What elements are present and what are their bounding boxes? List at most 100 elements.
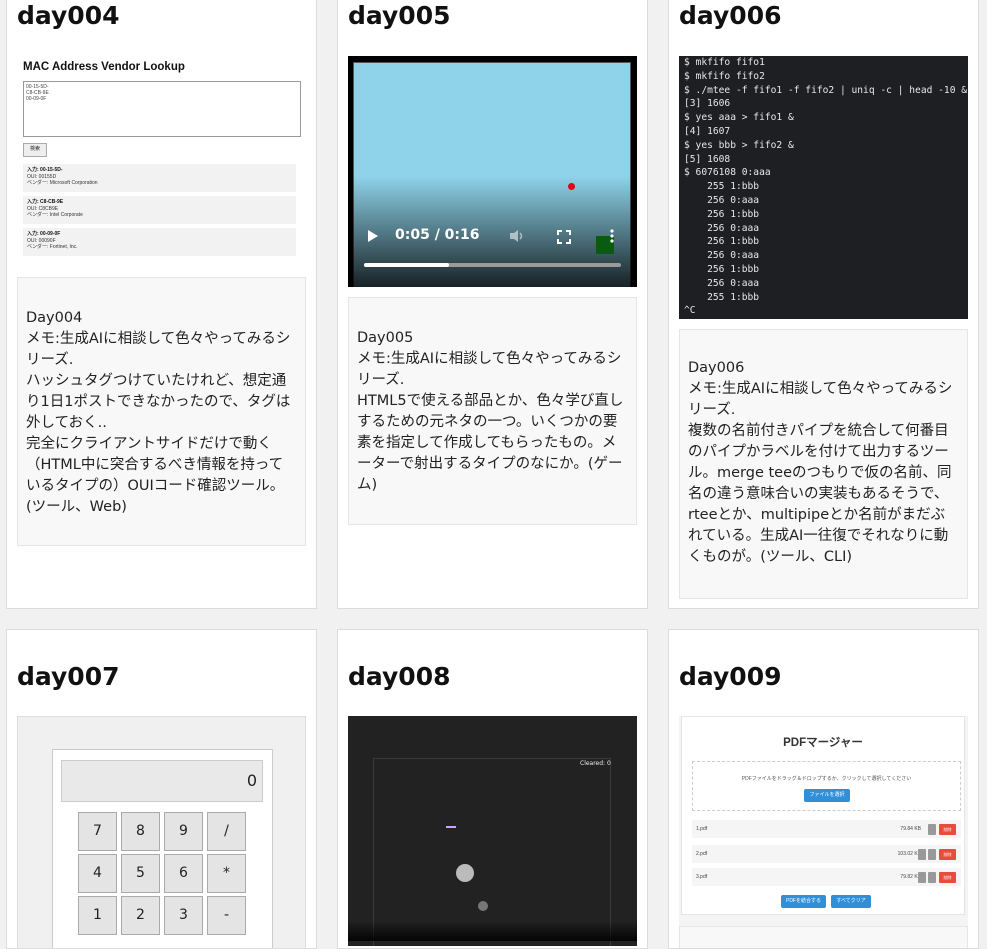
desc-line: HTML5で使える部品とか、色々学び直しするための元ネタの一つ。いくつかの要素を…	[357, 393, 624, 493]
card-day005: day005 0:05 / 0:16 Day005 メモ:生成AIに相談して色々…	[337, 0, 648, 609]
card-description: Day005 メモ:生成AIに相談して色々やってみるシリーズ. HTML5で使え…	[348, 297, 637, 525]
terminal-line: 256 1:bbb	[684, 208, 760, 220]
mac-address-textarea[interactable]: 00-15-5D- C8-CB-9E 00-09-0F	[23, 81, 301, 137]
card-title: day005	[348, 1, 451, 30]
merge-pdf-button[interactable]: PDFを結合する	[781, 895, 826, 908]
result-oui: OUI: C8CB9E	[27, 205, 59, 212]
terminal-line: $ mkfifo fifo1	[684, 57, 765, 68]
calculator-key[interactable]: 4	[78, 854, 117, 893]
card-title: day007	[17, 662, 120, 691]
result-input: 入力: 00-15-5D-	[27, 167, 63, 173]
mac-lookup-thumbnail[interactable]: MAC Address Vendor Lookup 00-15-5D- C8-C…	[17, 54, 306, 267]
move-up-icon[interactable]	[918, 872, 926, 883]
delete-button[interactable]: 削除	[939, 872, 956, 883]
result-input: 入力: 00-09-0F	[27, 231, 61, 237]
move-down-icon[interactable]	[928, 849, 936, 860]
terminal-line: $ mkfifo fifo2	[684, 70, 765, 82]
video-time: 0:05 / 0:16	[395, 227, 480, 243]
terminal-line: 256 1:bbb	[684, 263, 760, 275]
calculator-key[interactable]: 6	[164, 854, 203, 893]
pdf-file-row: 1.pdf 79.84 KB 削除	[692, 820, 961, 838]
terminal-line: $ 6076108 0:aaa	[684, 167, 771, 179]
terminal-line: 256 1:bbb	[684, 236, 760, 248]
terminal-line: [4] 1607	[684, 125, 731, 137]
result-vendor: ベンダー: Microsoft Corporation	[27, 180, 98, 186]
video-progress-fill	[364, 263, 449, 267]
calculator-key[interactable]: 5	[121, 854, 160, 893]
small-ball	[478, 901, 488, 911]
cleared-counter: Cleared: 0	[580, 760, 611, 767]
move-down-icon[interactable]	[928, 872, 936, 883]
card-title: day008	[348, 662, 451, 691]
fullscreen-icon[interactable]	[557, 230, 571, 248]
result-item: 入力: C8-CB-9E OUI: C8CB9E ベンダー: Intel Cor…	[23, 196, 296, 224]
video-progress-bar[interactable]	[364, 263, 621, 267]
file-size: 79.84 KB	[900, 826, 921, 832]
card-day007: day007 0 7 8 9/ 4 5 6 * 1 2 3-	[6, 629, 317, 949]
terminal-line: [3] 1606	[684, 98, 731, 110]
video-controls-gradient	[348, 176, 637, 287]
calculator-thumbnail[interactable]: 0 7 8 9/ 4 5 6 * 1 2 3-	[17, 716, 306, 948]
calculator-body: 0 7 8 9/ 4 5 6 * 1 2 3-	[52, 749, 273, 948]
terminal-line: $ yes aaa > fifo1 &	[684, 112, 794, 124]
calculator-display: 0	[61, 760, 263, 802]
terminal-line: 256 0:aaa	[684, 277, 760, 289]
terminal-line: $ yes bbb > fifo2 &	[684, 139, 794, 151]
card-day008: day008 Cleared: 0	[337, 629, 648, 949]
card-title: day006	[679, 1, 782, 30]
calculator-key[interactable]: *	[207, 854, 246, 893]
pdf-merger-panel: PDFマージャー PDFファイルをドラッグ＆ドロップするか、クリックして選択して…	[681, 716, 965, 915]
terminal-line: 255 1:bbb	[684, 291, 760, 303]
calculator-key[interactable]: /	[207, 812, 246, 851]
calculator-key[interactable]: 8	[121, 812, 160, 851]
calculator-key[interactable]: 7	[78, 812, 117, 851]
launcher-mark	[446, 826, 456, 828]
mac-lookup-heading: MAC Address Vendor Lookup	[23, 61, 185, 73]
calculator-key[interactable]: 3	[164, 896, 203, 935]
move-up-icon[interactable]	[918, 849, 926, 860]
desc-heading: Day006	[688, 360, 745, 376]
desc-line: メモ:生成AIに相談して色々やってみるシリーズ.	[688, 381, 953, 418]
card-description: Day006 メモ:生成AIに相談して色々やってみるシリーズ. 複数の名前付きパ…	[679, 329, 968, 599]
card-title: day004	[17, 1, 120, 30]
card-day004: day004 MAC Address Vendor Lookup 00-15-5…	[6, 0, 317, 609]
desc-heading: Day005	[357, 330, 414, 346]
delete-button[interactable]: 削除	[939, 824, 956, 835]
calculator-key[interactable]: -	[207, 896, 246, 935]
terminal-line: 256 0:aaa	[684, 222, 760, 234]
pdf-file-row: 2.pdf 103.02 KB 削除	[692, 845, 961, 863]
card-day006: day006 $ mkfifo fifo1 $ mkfifo fifo2 $ ./m…	[668, 0, 979, 609]
delete-button[interactable]: 削除	[939, 849, 956, 860]
video-player[interactable]: 0:05 / 0:16	[348, 56, 637, 287]
result-oui: OUI: 00090F	[27, 237, 56, 244]
pdf-file-row: 3.pdf 79.82 KB 削除	[692, 868, 961, 886]
card-description: Day004 メモ:生成AIに相談して色々やってみるシリーズ. ハッシュタグつけ…	[17, 277, 306, 546]
terminal-line: 256 0:aaa	[684, 194, 760, 206]
calculator-key[interactable]: 2	[121, 896, 160, 935]
drop-instructions: PDFファイルをドラッグ＆ドロップするか、クリックして選択してください	[741, 776, 912, 782]
card-description	[679, 926, 968, 948]
result-item: 入力: 00-09-0F OUI: 00090F ベンダー: Fortinet,…	[23, 228, 296, 256]
file-drop-zone[interactable]: PDFファイルをドラッグ＆ドロップするか、クリックして選択してください ファイル…	[692, 761, 961, 811]
more-vert-icon[interactable]	[610, 229, 614, 247]
desc-line: ハッシュタグつけていたけれど、想定通り1日1ポストできなかったので、タグは外して…	[26, 373, 291, 431]
desc-line: メモ:生成AIに相談して色々やってみるシリーズ.	[357, 351, 622, 388]
calculator-key[interactable]: 9	[164, 812, 203, 851]
move-down-icon[interactable]	[928, 824, 936, 835]
select-file-button[interactable]: ファイルを選択	[804, 789, 850, 802]
volume-icon[interactable]	[509, 229, 525, 247]
play-icon[interactable]	[367, 229, 381, 245]
desc-heading: Day004	[26, 310, 83, 326]
file-name: 1.pdf	[696, 826, 708, 832]
terminal-line: 256 0:aaa	[684, 250, 760, 262]
terminal-line: [5] 1608	[684, 153, 731, 165]
clear-all-button[interactable]: すべてクリア	[831, 895, 871, 908]
calculator-key[interactable]: 1	[78, 896, 117, 935]
result-input: 入力: C8-CB-9E	[27, 199, 64, 205]
game-video-thumbnail[interactable]: Cleared: 0	[348, 716, 637, 946]
result-vendor: ベンダー: Intel Corporate	[27, 212, 83, 218]
lookup-button[interactable]: 検索	[23, 143, 47, 157]
pdf-merger-thumbnail[interactable]: PDFマージャー PDFファイルをドラッグ＆ドロップするか、クリックして選択して…	[679, 716, 968, 926]
card-day009: day009 PDFマージャー PDFファイルをドラッグ＆ドロップするか、クリッ…	[668, 629, 979, 949]
pdf-merger-title: PDFマージャー	[783, 737, 863, 749]
